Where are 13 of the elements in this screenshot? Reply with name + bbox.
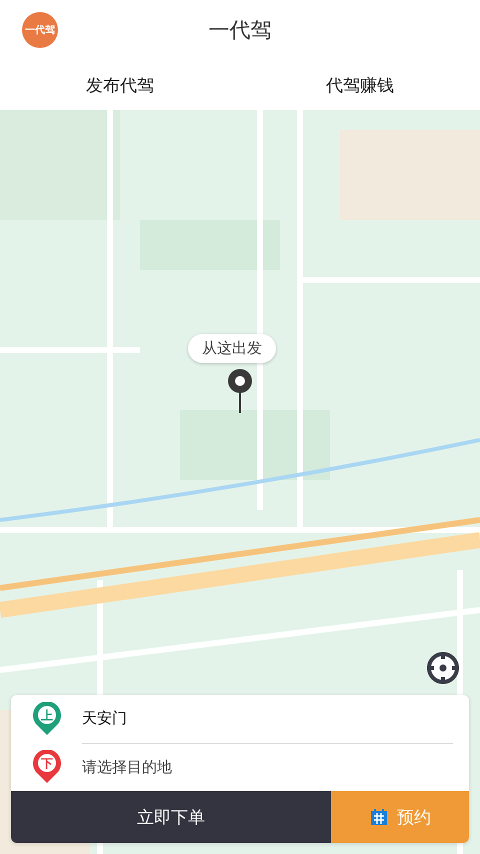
page-title: 一代驾	[208, 17, 272, 44]
app-logo: 一代驾	[22, 12, 58, 48]
dropoff-marker-icon: 下	[32, 750, 62, 784]
start-here-tooltip: 从这出发	[188, 334, 276, 363]
location-pin-icon	[225, 367, 255, 413]
order-now-button[interactable]: 立即下单	[11, 791, 331, 843]
tab[interactable]: 代驾赚钱	[240, 60, 480, 110]
locate-icon[interactable]	[425, 650, 461, 686]
pickup-location[interactable]: 天安门	[82, 695, 453, 744]
tab[interactable]: 发布代驾	[0, 60, 240, 110]
calendar-icon	[369, 807, 389, 827]
destination-field[interactable]: 请选择目的地	[82, 743, 453, 791]
pickup-marker-icon: 上	[32, 702, 62, 736]
